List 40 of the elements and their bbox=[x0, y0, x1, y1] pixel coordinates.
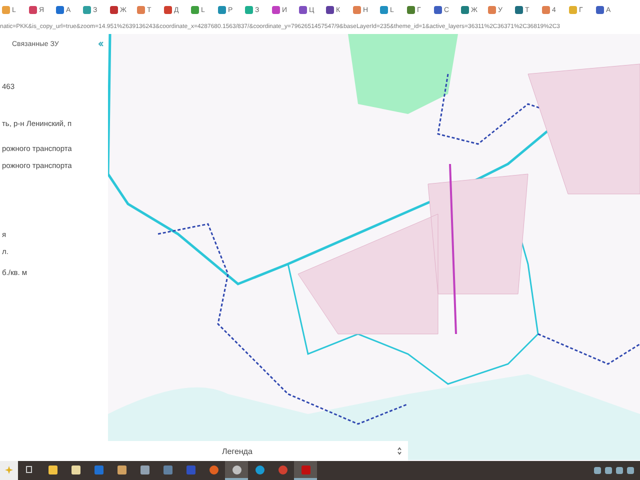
bookmark-icon[interactable] bbox=[245, 6, 253, 14]
bookmark-icon[interactable] bbox=[461, 6, 469, 14]
bookmark-icon[interactable] bbox=[83, 6, 91, 14]
bookmark-icon[interactable] bbox=[191, 6, 199, 14]
bookmark-icon[interactable] bbox=[164, 6, 172, 14]
bookmark-icon[interactable] bbox=[56, 6, 64, 14]
app-icon bbox=[254, 464, 264, 474]
bookmark-icon[interactable] bbox=[137, 6, 145, 14]
app-icon bbox=[300, 464, 310, 474]
bookmark-icon[interactable] bbox=[542, 6, 550, 14]
app-icon bbox=[140, 464, 150, 474]
app-icon bbox=[186, 464, 196, 474]
bookmark-icon[interactable] bbox=[515, 6, 523, 14]
bookmark-icon[interactable] bbox=[407, 6, 415, 14]
start-button[interactable] bbox=[0, 461, 18, 480]
app-icon bbox=[116, 464, 126, 474]
taskbar-app-button[interactable] bbox=[225, 461, 248, 480]
bookmark-icon[interactable] bbox=[434, 6, 442, 14]
bookmark-icon[interactable] bbox=[29, 6, 37, 14]
bookmark-icon[interactable] bbox=[110, 6, 118, 14]
app-icon bbox=[94, 464, 104, 474]
bookmark-icon[interactable] bbox=[326, 6, 334, 14]
bookmark-icon[interactable] bbox=[380, 6, 388, 14]
bookmark-icon[interactable] bbox=[488, 6, 496, 14]
app-icon bbox=[48, 464, 58, 474]
app-icon bbox=[162, 464, 172, 474]
app-icon bbox=[208, 464, 218, 474]
bookmark-icon[interactable] bbox=[299, 6, 307, 14]
bookmark-icon[interactable] bbox=[596, 6, 604, 14]
app-icon bbox=[232, 464, 242, 474]
legend-title[interactable]: Легенда bbox=[222, 446, 252, 456]
task-view-icon bbox=[26, 466, 34, 473]
chevron-icon[interactable] bbox=[397, 447, 402, 455]
bookmark-icon[interactable] bbox=[218, 6, 226, 14]
collapse-icon[interactable] bbox=[98, 41, 104, 47]
sparkle-icon bbox=[5, 466, 13, 474]
bookmark-icon[interactable] bbox=[353, 6, 361, 14]
app-icon bbox=[70, 464, 80, 474]
bookmark-icon[interactable] bbox=[272, 6, 280, 14]
app-icon bbox=[278, 464, 288, 474]
